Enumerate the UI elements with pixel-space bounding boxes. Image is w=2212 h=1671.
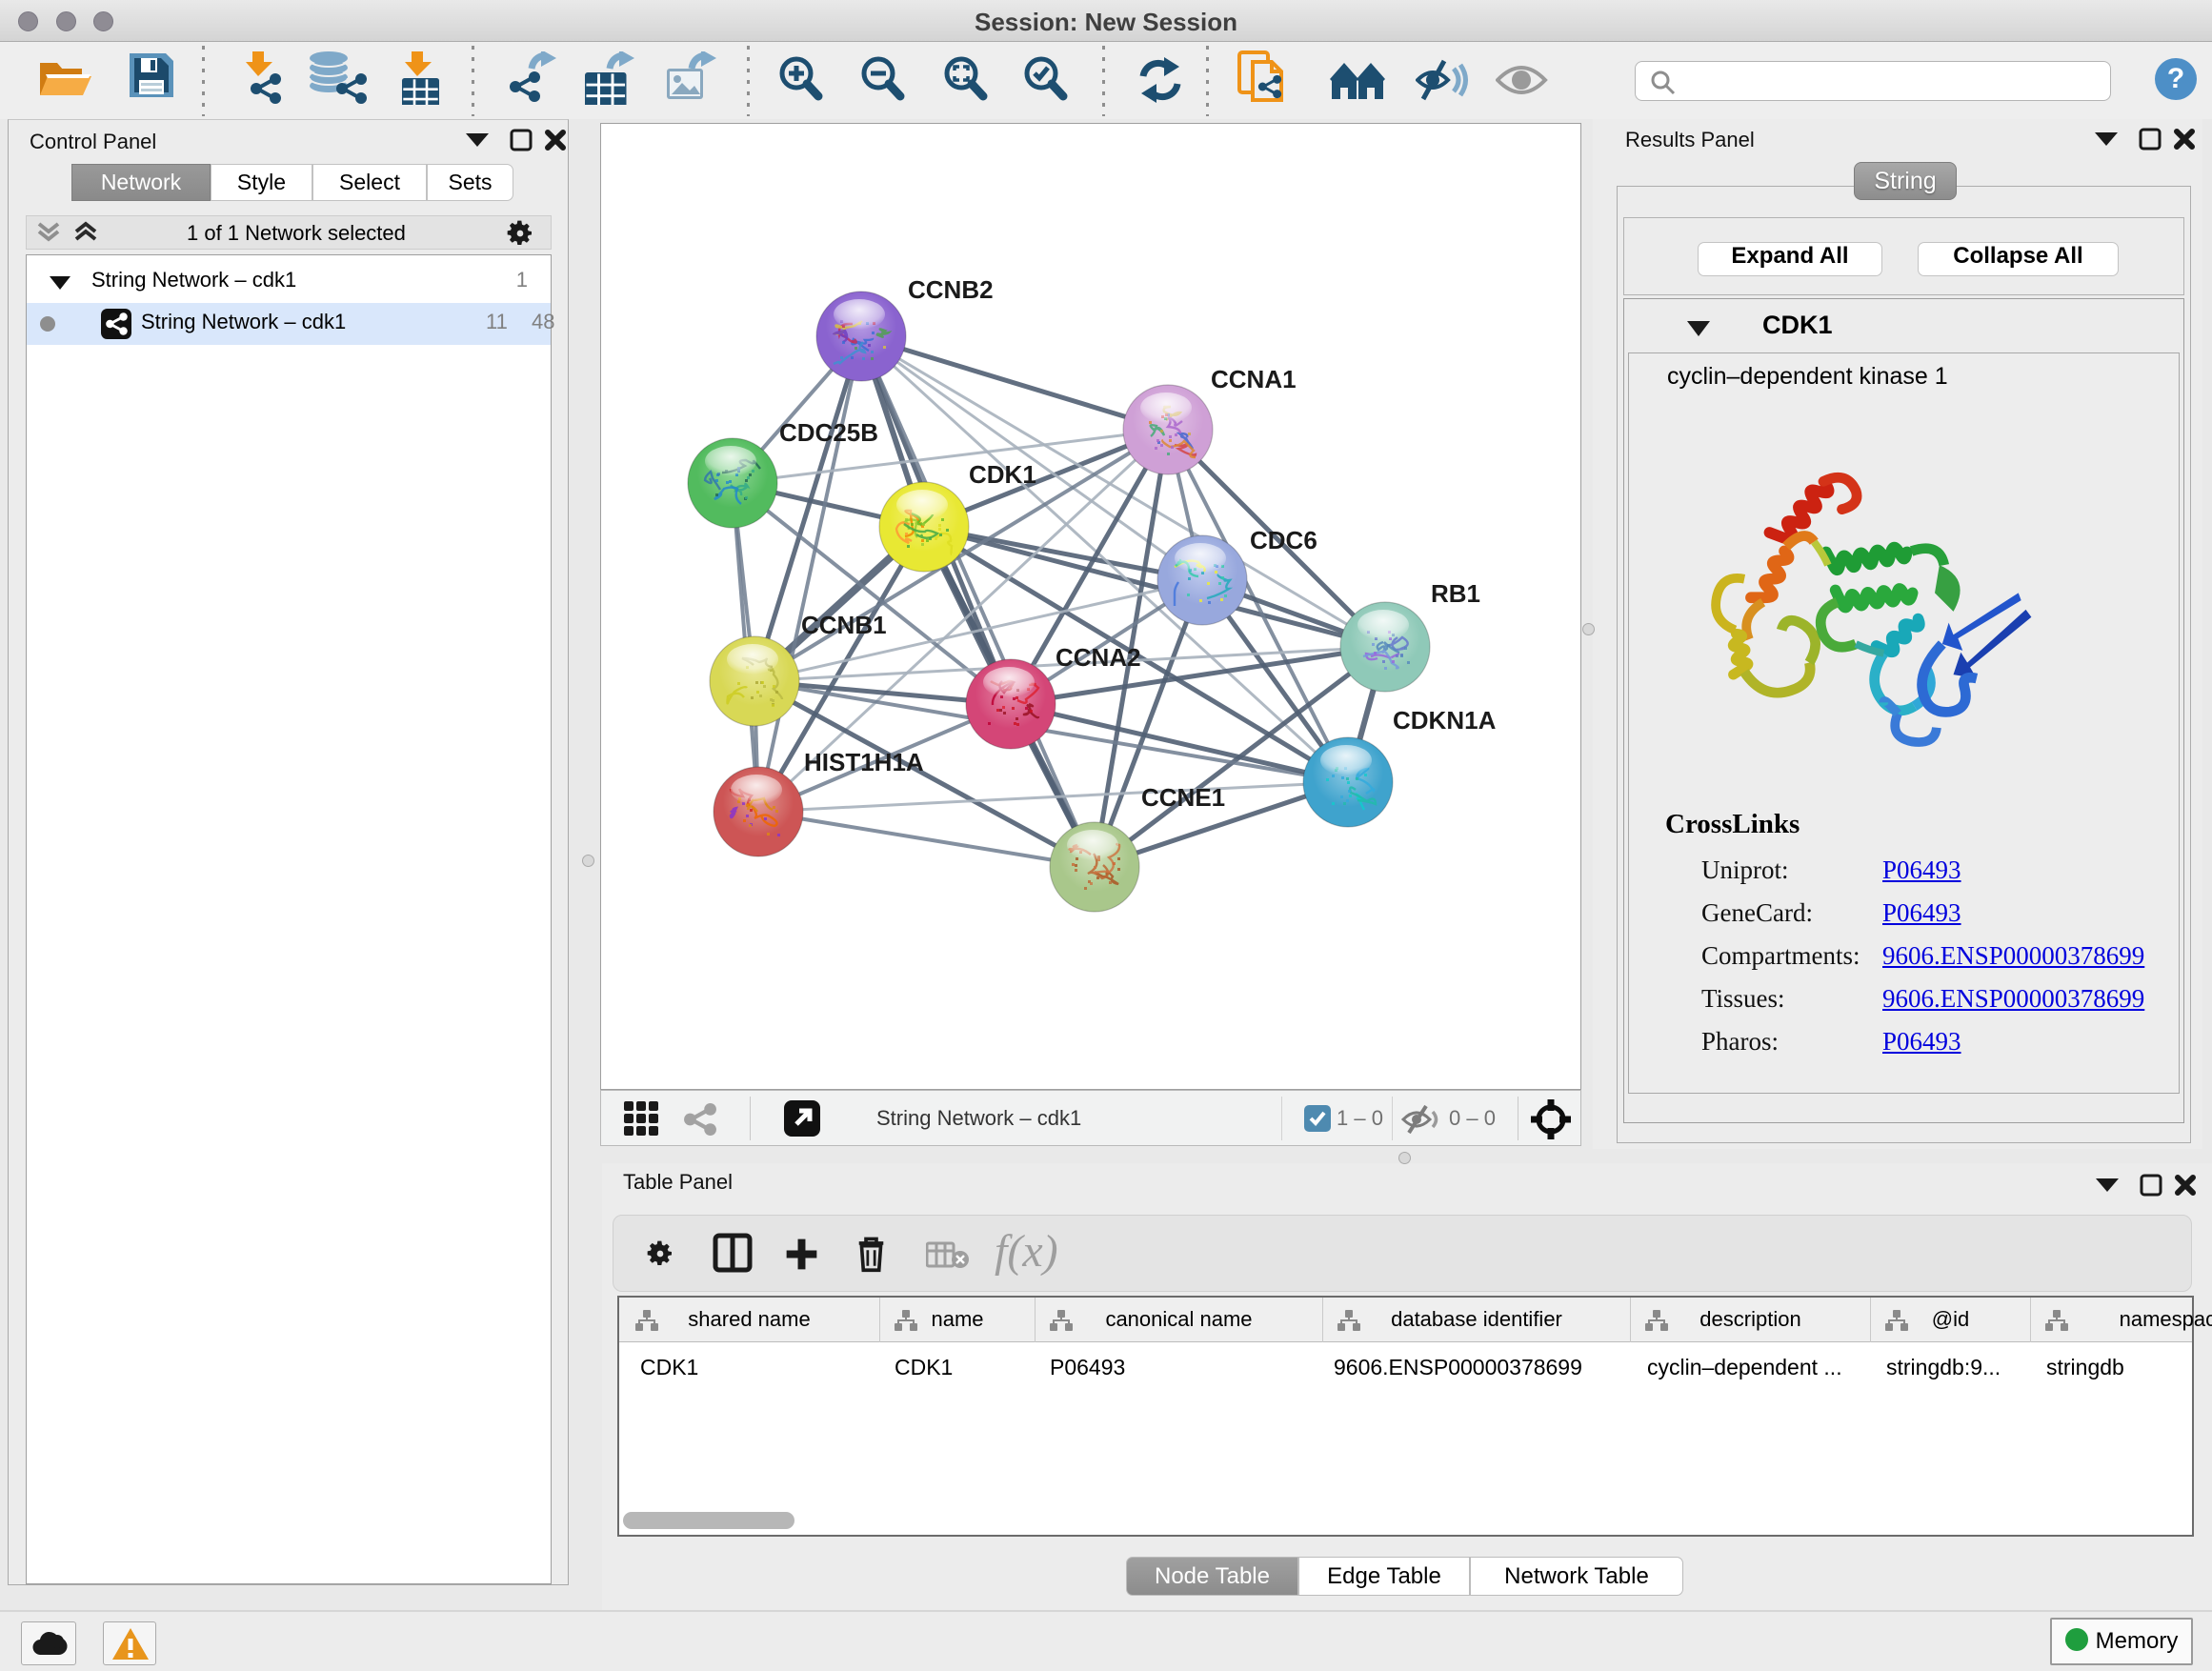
svg-text:RB1: RB1 [1431, 579, 1480, 608]
svg-text:CDK1: CDK1 [969, 460, 1036, 489]
svg-text:CCNB1: CCNB1 [801, 611, 887, 639]
svg-text:CDKN1A: CDKN1A [1393, 706, 1497, 735]
svg-text:CCNB2: CCNB2 [908, 275, 994, 304]
svg-text:CDC6: CDC6 [1250, 526, 1317, 554]
svg-text:CCNA2: CCNA2 [1056, 643, 1141, 672]
svg-text:CCNE1: CCNE1 [1141, 783, 1225, 812]
svg-text:HIST1H1A: HIST1H1A [804, 748, 924, 776]
svg-text:CDC25B: CDC25B [779, 418, 878, 447]
svg-text:CCNA1: CCNA1 [1211, 365, 1297, 393]
